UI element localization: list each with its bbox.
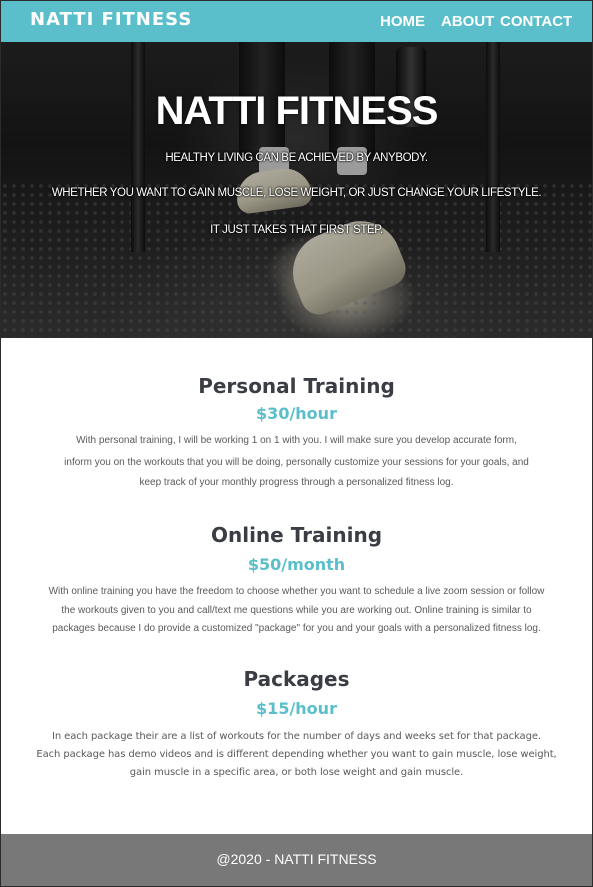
service-description: the workouts given to you and call/text … bbox=[61, 605, 532, 616]
hero-tagline: WHETHER YOU WANT TO GAIN MUSCLE, LOSE WE… bbox=[51, 187, 542, 199]
service-description: With personal training, I will be workin… bbox=[76, 435, 517, 446]
service-description: keep track of your monthly progress thro… bbox=[139, 477, 454, 488]
hero-title: NATTI FITNESS bbox=[155, 89, 439, 133]
nav-link-home[interactable]: HOME bbox=[380, 13, 425, 30]
hero-tagline: HEALTHY LIVING CAN BE ACHIEVED BY ANYBOD… bbox=[165, 152, 428, 164]
service-description: inform you on the workouts that you will… bbox=[64, 457, 529, 468]
service-price: $15/hour bbox=[256, 699, 337, 718]
service-title: Packages bbox=[243, 667, 350, 691]
hero-banner: NATTI FITNESS HEALTHY LIVING CAN BE ACHI… bbox=[1, 42, 592, 338]
service-description: gain muscle in a specific area, or both … bbox=[129, 767, 464, 778]
nav-link-about[interactable]: ABOUT bbox=[441, 13, 494, 30]
service-title: Online Training bbox=[210, 523, 383, 547]
service-title: Personal Training bbox=[198, 374, 395, 398]
nav-link-contact[interactable]: CONTACT bbox=[500, 13, 572, 30]
service-description: With online training you have the freedo… bbox=[48, 586, 545, 597]
service-description: In each package their are a list of work… bbox=[52, 731, 541, 742]
service-price: $50/month bbox=[247, 555, 346, 574]
service-description: packages because I do provide a customiz… bbox=[52, 623, 541, 634]
page-frame: NATTI FITNESS HOME ABOUT CONTACT NATTI F… bbox=[0, 0, 593, 887]
page-footer: @2020 - NATTI FITNESS bbox=[1, 834, 592, 886]
footer-copyright: @2020 - NATTI FITNESS bbox=[216, 851, 377, 867]
hero-tagline: IT JUST TAKES THAT FIRST STEP. bbox=[210, 224, 383, 236]
service-price: $30/hour bbox=[256, 404, 337, 423]
service-description: Each package has demo videos and is diff… bbox=[36, 749, 557, 760]
brand-logo[interactable]: NATTI FITNESS bbox=[30, 9, 192, 30]
top-navbar: NATTI FITNESS HOME ABOUT CONTACT bbox=[1, 1, 592, 42]
